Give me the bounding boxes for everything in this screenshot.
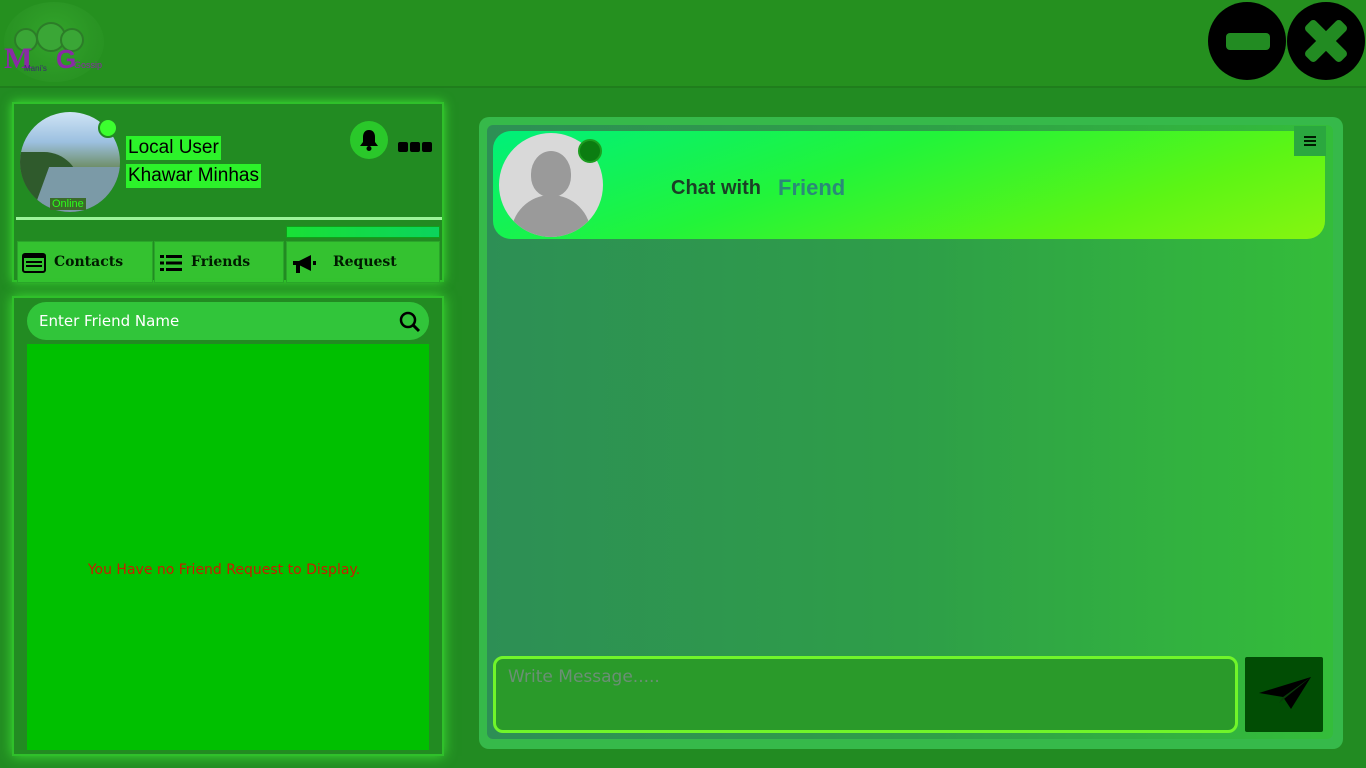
bell-icon: [360, 130, 378, 151]
dot-icon: [398, 142, 408, 152]
friend-status-indicator: [578, 139, 602, 163]
app-logo: M G Mani's Gossip: [2, 2, 108, 82]
search-input[interactable]: [39, 310, 379, 332]
megaphone-icon: [293, 255, 316, 273]
chat-header: Chat with Friend: [493, 131, 1325, 239]
chat-with-label: Chat with: [671, 177, 761, 199]
tab-friends[interactable]: Friends: [154, 241, 284, 283]
online-status-indicator: [98, 118, 118, 138]
notifications-button[interactable]: [350, 121, 388, 159]
friend-name-label: Friend: [778, 175, 846, 200]
title-bar: M G Mani's Gossip: [0, 0, 1366, 88]
tab-request[interactable]: Request: [286, 241, 440, 283]
empty-list-message: You Have no Friend Request to Display.: [87, 562, 361, 578]
paper-plane-icon: [1259, 677, 1311, 709]
friend-list-panel: You Have no Friend Request to Display.: [12, 296, 444, 756]
profile-panel: Online Local User Khawar Minhas Contacts…: [12, 102, 444, 283]
search-icon[interactable]: [399, 311, 421, 333]
tab-contacts[interactable]: Contacts: [17, 241, 153, 283]
friend-list: You Have no Friend Request to Display.: [27, 344, 429, 750]
chat-messages-area: Chat with Friend: [487, 125, 1333, 739]
list-icon: [160, 255, 182, 271]
more-options-button[interactable]: [398, 137, 434, 152]
divider: [16, 217, 442, 220]
close-button[interactable]: [1287, 2, 1365, 80]
chat-menu-button[interactable]: [1294, 126, 1326, 156]
active-tab-indicator: [286, 226, 440, 238]
minimize-button[interactable]: [1208, 2, 1286, 80]
user-name-label: Khawar Minhas: [126, 164, 261, 188]
account-type-label: Local User: [126, 136, 221, 160]
send-button[interactable]: [1245, 657, 1323, 732]
dot-icon: [410, 142, 420, 152]
message-input-box: [493, 656, 1238, 733]
online-label: Online: [50, 198, 86, 210]
search-bar: [27, 302, 429, 340]
dot-icon: [422, 142, 432, 152]
message-input[interactable]: [508, 667, 1223, 723]
contacts-card-icon: [22, 253, 46, 273]
chat-panel: Chat with Friend: [479, 117, 1343, 749]
minimize-icon: [1226, 33, 1270, 50]
